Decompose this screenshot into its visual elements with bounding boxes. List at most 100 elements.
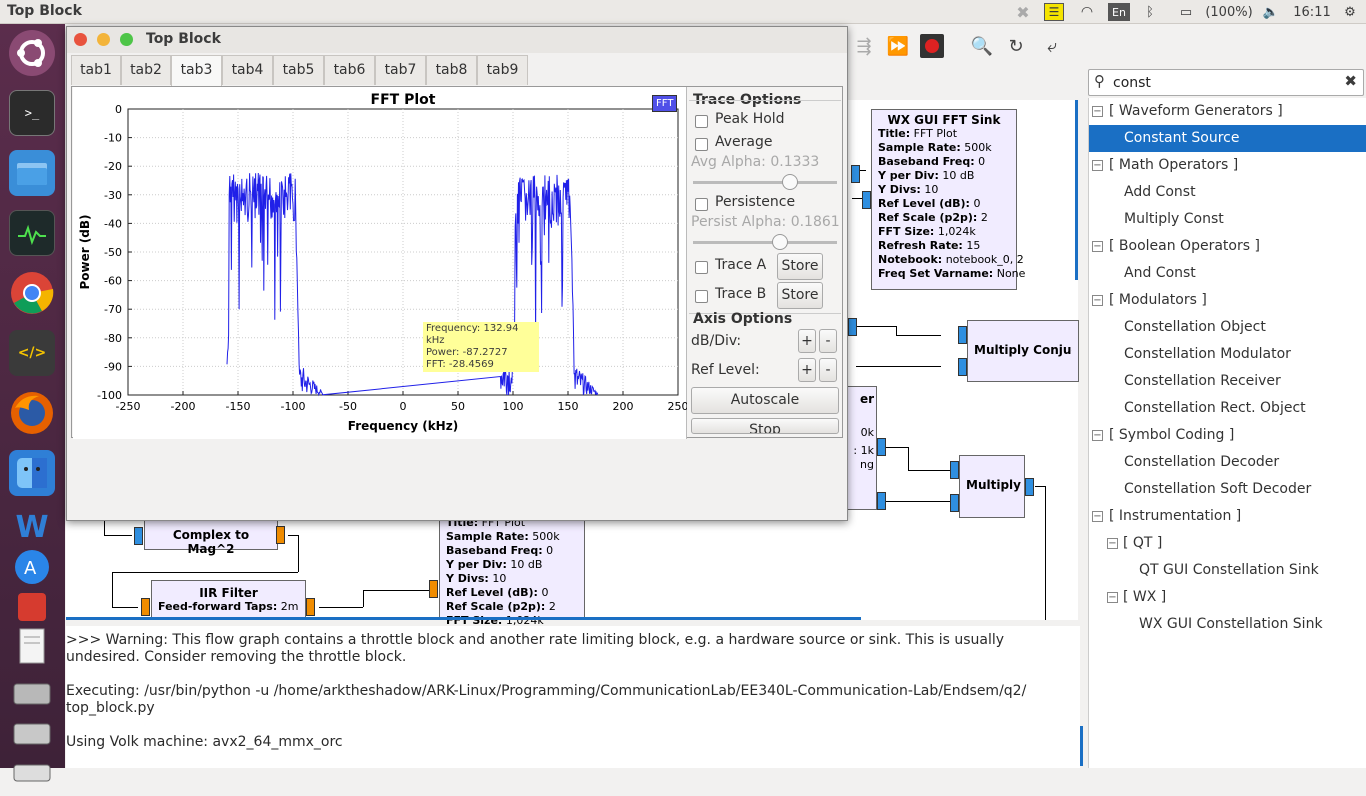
tree-item[interactable]: [ QT ] −: [1089, 530, 1366, 557]
input-port[interactable]: [851, 165, 860, 183]
tree-item[interactable]: [ Waveform Generators ] −: [1089, 98, 1366, 125]
search-input[interactable]: [1113, 73, 1333, 92]
battery-percent[interactable]: (100%): [1203, 3, 1255, 21]
finder-icon[interactable]: [9, 450, 55, 496]
tree-item[interactable]: Multiply Const: [1089, 206, 1366, 233]
tab-tab3[interactable]: tab3: [171, 55, 222, 86]
collapse-icon[interactable]: −: [1107, 538, 1118, 549]
autoscale-button[interactable]: Autoscale: [691, 387, 839, 414]
tree-item[interactable]: [ Boolean Operators ] −: [1089, 233, 1366, 260]
input-port[interactable]: [134, 527, 143, 545]
persist-alpha-slider[interactable]: [693, 241, 837, 244]
settings-gear-icon[interactable]: ⚙: [1340, 3, 1360, 21]
notes-icon[interactable]: ☰: [1044, 3, 1064, 21]
output-port[interactable]: [306, 598, 315, 616]
collapse-icon[interactable]: −: [1092, 160, 1103, 171]
tree-item[interactable]: Constellation Rect. Object: [1089, 395, 1366, 422]
tree-item[interactable]: [ WX ] −: [1089, 584, 1366, 611]
avg-alpha-slider[interactable]: [693, 181, 837, 184]
tab-tab2[interactable]: tab2: [121, 55, 171, 85]
tools-icon[interactable]: ✖: [1013, 3, 1033, 22]
output-port[interactable]: [1025, 478, 1034, 496]
trace-b-checkbox[interactable]: [695, 290, 708, 303]
iir-filter-block[interactable]: IIR Filter Feed-forward Taps: 2m: [151, 580, 306, 620]
tab-tab6[interactable]: tab6: [324, 55, 375, 85]
find-icon[interactable]: 🔍: [970, 34, 994, 58]
collapse-icon[interactable]: −: [1092, 511, 1103, 522]
stop-icon[interactable]: [920, 34, 944, 58]
tree-item[interactable]: And Const: [1089, 260, 1366, 287]
tree-item[interactable]: Add Const: [1089, 179, 1366, 206]
input-port[interactable]: [950, 494, 959, 512]
firefox-icon[interactable]: [9, 390, 55, 436]
drive-icon-3[interactable]: [9, 750, 55, 796]
persistence-checkbox[interactable]: [695, 198, 708, 211]
collapse-icon[interactable]: −: [1092, 295, 1103, 306]
collapse-icon[interactable]: −: [1092, 430, 1103, 441]
output-port[interactable]: [877, 438, 886, 456]
tab-tab8[interactable]: tab8: [426, 55, 477, 85]
tab-tab9[interactable]: tab9: [477, 55, 528, 85]
tree-item[interactable]: Constellation Decoder: [1089, 449, 1366, 476]
input-port[interactable]: [429, 580, 438, 598]
peak-hold-checkbox[interactable]: [695, 115, 708, 128]
collapse-icon[interactable]: −: [1107, 592, 1118, 603]
avg-alpha-knob[interactable]: [782, 174, 798, 190]
wx-gui-fft-sink-block-2[interactable]: Title: FFT Plot Sample Rate: 500k Baseband…: [439, 514, 585, 627]
store-b-button[interactable]: Store: [777, 282, 823, 309]
rotate-icon[interactable]: ⤶: [1040, 34, 1064, 58]
bluetooth-icon[interactable]: ᛒ: [1142, 3, 1158, 21]
clock[interactable]: 16:11: [1292, 3, 1332, 21]
db-div-minus-button[interactable]: -: [819, 329, 837, 353]
tab-tab4[interactable]: tab4: [222, 55, 273, 85]
output-port[interactable]: [877, 492, 886, 510]
code-editor-icon[interactable]: </>: [9, 330, 55, 376]
collapse-icon[interactable]: −: [1092, 241, 1103, 252]
tree-item[interactable]: QT GUI Constellation Sink: [1089, 557, 1366, 584]
trace-a-checkbox[interactable]: [695, 261, 708, 274]
tree-item[interactable]: [ Math Operators ] −: [1089, 152, 1366, 179]
stop-button[interactable]: Stop: [691, 418, 839, 434]
console-scrollbar[interactable]: [1080, 726, 1083, 766]
tree-item[interactable]: Constellation Object: [1089, 314, 1366, 341]
input-port[interactable]: [141, 598, 150, 616]
multiply-conjugate-block[interactable]: Multiply Conjugate: [967, 320, 1079, 382]
volume-icon[interactable]: 🔈: [1260, 3, 1282, 21]
system-monitor-icon[interactable]: [9, 210, 55, 256]
terminal-icon[interactable]: >_: [9, 90, 55, 136]
battery-icon[interactable]: ▭: [1173, 3, 1199, 21]
keyboard-layout[interactable]: En: [1108, 3, 1130, 21]
ubuntu-icon[interactable]: [9, 30, 55, 76]
tree-item[interactable]: Constant Source: [1089, 125, 1366, 152]
multiply-block[interactable]: Multiply: [959, 455, 1025, 518]
minimize-icon[interactable]: [97, 33, 110, 46]
clear-search-icon[interactable]: ✖: [1344, 72, 1357, 90]
grid-icon[interactable]: ⇶: [852, 34, 876, 58]
tree-item[interactable]: [ Modulators ] −: [1089, 287, 1366, 314]
ref-level-minus-button[interactable]: -: [819, 358, 837, 382]
complex-to-mag-block[interactable]: Complex to Mag^2: [144, 520, 278, 556]
tree-item[interactable]: [ Instrumentation ] −: [1089, 503, 1366, 530]
close-icon[interactable]: [74, 33, 87, 46]
tree-item[interactable]: Constellation Receiver: [1089, 368, 1366, 395]
collapse-icon[interactable]: −: [1092, 106, 1103, 117]
db-div-plus-button[interactable]: +: [798, 329, 816, 353]
text-editor-icon[interactable]: [9, 624, 55, 670]
ref-level-plus-button[interactable]: +: [798, 358, 816, 382]
reload-icon[interactable]: ↻: [1004, 34, 1028, 58]
output-port[interactable]: [276, 526, 285, 544]
input-port[interactable]: [848, 318, 857, 336]
tree-item[interactable]: Constellation Soft Decoder: [1089, 476, 1366, 503]
files-icon[interactable]: [9, 150, 55, 196]
input-port[interactable]: [950, 461, 959, 479]
run-icon[interactable]: ⏩: [886, 34, 910, 58]
wifi-icon[interactable]: ◠: [1076, 3, 1098, 21]
tree-item[interactable]: WX GUI Constellation Sink: [1089, 611, 1366, 638]
tab-tab1[interactable]: tab1: [71, 55, 121, 85]
wx-gui-fft-sink-block[interactable]: WX GUI FFT Sink Title: FFT Plot Sample Ra…: [871, 109, 1025, 290]
persist-alpha-knob[interactable]: [772, 234, 788, 250]
tab-tab7[interactable]: tab7: [375, 55, 426, 85]
tab-tab5[interactable]: tab5: [273, 55, 324, 85]
store-a-button[interactable]: Store: [777, 253, 823, 280]
window-titlebar[interactable]: Top Block: [67, 27, 847, 53]
